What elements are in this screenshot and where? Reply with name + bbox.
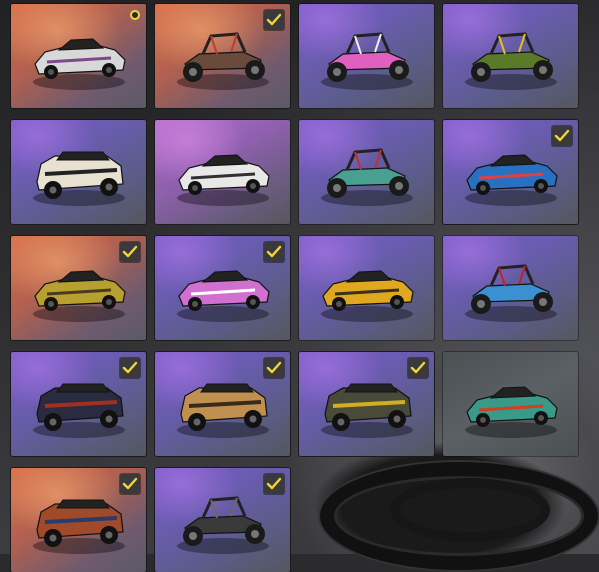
- vehicle-skin-tile-muscle-car-pink[interactable]: [155, 236, 290, 340]
- checkmark-icon: [120, 358, 140, 378]
- vehicle-icon: [321, 32, 413, 90]
- vehicle-skin-tile-buggy-teal[interactable]: [299, 120, 434, 224]
- checkmark-icon: [552, 126, 572, 146]
- vehicle-skin-tile-buggy-pink[interactable]: [299, 4, 434, 108]
- checkmark-icon: [264, 10, 284, 30]
- checkmark-icon: [264, 474, 284, 494]
- vehicle-icon: [33, 151, 125, 206]
- new-indicator-icon: [130, 10, 140, 20]
- vehicle-icon: [33, 38, 126, 90]
- vehicle-skin-tile-suv-olive-yellow[interactable]: [299, 352, 434, 456]
- vehicle-skin-tile-sedan-teal-flames[interactable]: [443, 352, 578, 456]
- vehicle-skin-tile-taxi-yellow[interactable]: [299, 236, 434, 340]
- vehicle-skin-tile-sedan-yellow-rust[interactable]: [11, 236, 146, 340]
- vehicle-icon: [321, 270, 414, 322]
- vehicle-icon: [177, 154, 270, 206]
- vehicle-skin-tile-buggy-camo[interactable]: [443, 4, 578, 108]
- vehicle-skin-tile-buggy-rusty[interactable]: [155, 4, 290, 108]
- vehicle-skin-tile-suv-leopard[interactable]: [11, 120, 146, 224]
- vehicle-skin-tile-muscle-car-white[interactable]: [11, 4, 146, 108]
- vehicle-skin-grid: [0, 0, 599, 572]
- vehicle-icon: [465, 264, 557, 322]
- vehicle-icon: [465, 386, 558, 438]
- vehicle-icon: [321, 148, 413, 206]
- checkmark-icon: [120, 242, 140, 262]
- vehicle-skin-tile-rover-dark[interactable]: [155, 468, 290, 572]
- checkmark-icon: [264, 242, 284, 262]
- checkmark-icon: [120, 474, 140, 494]
- checkmark-icon: [408, 358, 428, 378]
- vehicle-skin-tile-pickup-tan[interactable]: [155, 352, 290, 456]
- vehicle-skin-tile-sedan-white-black[interactable]: [155, 120, 290, 224]
- vehicle-skin-tile-buggy-blue[interactable]: [443, 236, 578, 340]
- checkmark-icon: [264, 358, 284, 378]
- vehicle-skin-tile-sedan-blue-cartoon[interactable]: [443, 120, 578, 224]
- vehicle-skin-tile-hatchback-rusty[interactable]: [11, 468, 146, 572]
- vehicle-icon: [465, 32, 557, 90]
- vehicle-skin-tile-suv-dark-red[interactable]: [11, 352, 146, 456]
